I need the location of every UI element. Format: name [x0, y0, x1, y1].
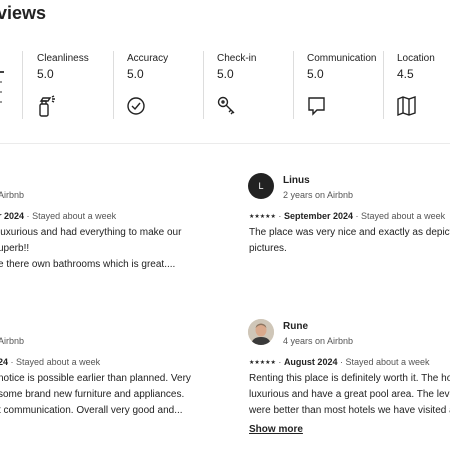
overall-rating-bar: [0, 71, 4, 73]
review-meta: ★★★★★ · August 2024 · Stayed about a wee…: [249, 357, 430, 367]
review-meta: r 2024 · Stayed about a week: [0, 211, 116, 221]
category-ratings: Cleanliness 5.0 Accuracy 5.0 Check-in 5.…: [0, 45, 450, 125]
rating-label: Cleanliness: [37, 53, 89, 64]
review-meta: 24 · Stayed about a week: [0, 357, 100, 367]
review-date: r 2024: [0, 211, 25, 221]
stay-duration: Stayed about a week: [345, 357, 430, 367]
key-icon: [217, 95, 237, 122]
separator-dot: ·: [339, 357, 343, 367]
divider: [383, 51, 384, 119]
rating-value: 5.0: [127, 67, 144, 81]
separator-dot: ·: [355, 211, 359, 221]
avatar[interactable]: [248, 319, 274, 345]
rating-location: Location 4.5: [397, 45, 450, 125]
separator-dot: ·: [10, 357, 14, 367]
separator-dot: ·: [278, 357, 282, 367]
rating-accuracy: Accuracy 5.0: [127, 45, 197, 125]
divider: [293, 51, 294, 119]
divider: [203, 51, 204, 119]
overall-rating-bar: [0, 81, 2, 83]
overall-rating-bar: [0, 101, 2, 103]
review-text-line: t communication. Overall very good and..…: [0, 405, 183, 416]
review-text-line: uperb!!: [0, 243, 30, 254]
rating-label: Accuracy: [127, 53, 169, 64]
separator-dot: ·: [26, 211, 30, 221]
rating-value: 5.0: [217, 67, 234, 81]
chat-bubble-icon: [307, 95, 327, 122]
reviewer-tenure: 4 years on Airbnb: [283, 336, 354, 346]
review-text: Renting this place is definitely worth i…: [249, 371, 450, 419]
overall-rating-bar: [0, 91, 2, 93]
separator-dot: ·: [278, 211, 282, 221]
rating-cleanliness: Cleanliness 5.0: [37, 45, 107, 125]
review-meta: ★★★★★ · September 2024 · Stayed about a …: [249, 211, 445, 221]
reviewer-tenure: Airbnb: [0, 190, 25, 200]
review-text: The place was very nice and exactly as d…: [249, 225, 450, 257]
reviewer-name: Rune: [283, 321, 308, 332]
review-text-line: luxurious and have a great pool area. Th…: [249, 389, 450, 400]
reviewer-name: Linus: [283, 175, 310, 186]
rating-check-in: Check-in 5.0: [217, 45, 287, 125]
review-date: August 2024: [283, 357, 338, 367]
review-text-line: some brand new furniture and appliances.: [0, 389, 185, 400]
stay-duration: Stayed about a week: [361, 211, 446, 221]
spray-bottle-icon: [37, 95, 57, 122]
stay-duration: Stayed about a week: [16, 357, 101, 367]
review-text-line: luxurious and had everything to make our: [0, 227, 182, 238]
review-text-line: notice is possible earlier than planned.…: [0, 373, 191, 384]
review-text-line: Renting this place is definitely worth i…: [249, 373, 450, 384]
star-rating: ★★★★★: [249, 214, 276, 220]
section-divider: [0, 143, 450, 144]
review-date: 24: [0, 357, 9, 367]
show-more-link[interactable]: Show more: [249, 424, 303, 435]
review-text-line: The place was very nice and exactly as d…: [249, 227, 450, 238]
rating-label: Check-in: [217, 53, 257, 64]
review-text-line: were better than most hotels we have vis…: [249, 405, 450, 416]
review-text: notice is possible earlier than planned.…: [0, 371, 238, 419]
map-icon: [397, 95, 417, 122]
review-text-line: e there own bathrooms which is great....: [0, 259, 176, 270]
divider: [113, 51, 114, 119]
page-title: views: [0, 3, 47, 23]
reviewer-tenure: 2 years on Airbnb: [283, 190, 354, 200]
review-text: luxurious and had everything to make our…: [0, 225, 238, 273]
avatar-photo: [248, 319, 274, 345]
rating-label: Location: [397, 53, 435, 64]
rating-communication: Communication 5.0: [307, 45, 382, 125]
rating-value: 5.0: [307, 67, 324, 81]
divider: [22, 51, 23, 119]
review-date: September 2024: [283, 211, 353, 221]
stay-duration: Stayed about a week: [32, 211, 117, 221]
review-text-line: pictures.: [249, 243, 287, 254]
rating-value: 4.5: [397, 67, 414, 81]
avatar[interactable]: L: [248, 173, 274, 199]
rating-label: Communication: [307, 53, 377, 64]
rating-value: 5.0: [37, 67, 54, 81]
reviewer-tenure: Airbnb: [0, 336, 25, 346]
star-rating: ★★★★★: [249, 360, 276, 366]
check-circle-icon: [127, 95, 147, 122]
